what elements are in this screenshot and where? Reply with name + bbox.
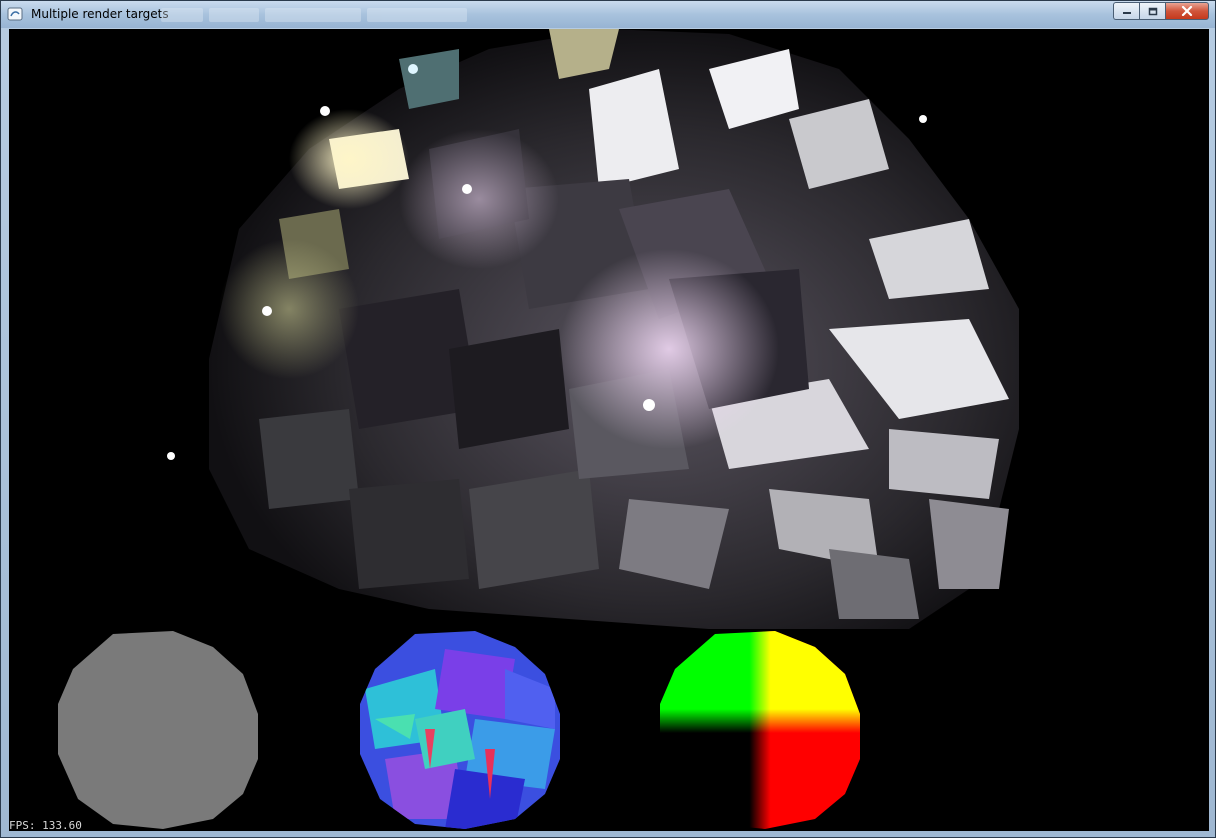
shard [929,499,1009,589]
shard [449,329,569,449]
minimize-icon [1122,12,1131,14]
shard [469,469,599,589]
point-light [462,184,472,194]
point-light [167,452,175,460]
color-buffer-preview [660,631,860,829]
maximize-icon [1148,7,1157,15]
title-bar[interactable]: Multiple render targets [1,1,1215,28]
render-viewport[interactable]: FPS: 133.60 [9,29,1209,831]
light-glow [289,109,409,209]
scene-render [167,29,1019,629]
depth-buffer-preview [58,631,258,829]
close-button[interactable] [1165,2,1209,20]
shard [399,49,459,109]
point-light [643,399,655,411]
app-icon [7,7,23,21]
shard [259,409,359,509]
normal-buffer-preview [360,631,560,829]
minimize-button[interactable] [1113,2,1139,20]
point-light [262,306,272,316]
window-title: Multiple render targets [31,7,169,21]
point-light [408,64,418,74]
shard [829,549,919,619]
shard [889,429,999,499]
caption-buttons [1113,2,1209,20]
maximize-button[interactable] [1139,2,1165,20]
point-light [919,115,927,123]
background-taskbar-reflection [161,8,467,22]
light-glow [559,249,779,449]
app-window: Multiple render targets FPS: 133.60 [0,0,1216,838]
close-icon [1181,6,1193,16]
shard [349,479,469,589]
light-glow [219,239,359,379]
light-glow [399,129,559,269]
point-light [320,106,330,116]
fps-counter: FPS: 133.60 [9,819,82,831]
